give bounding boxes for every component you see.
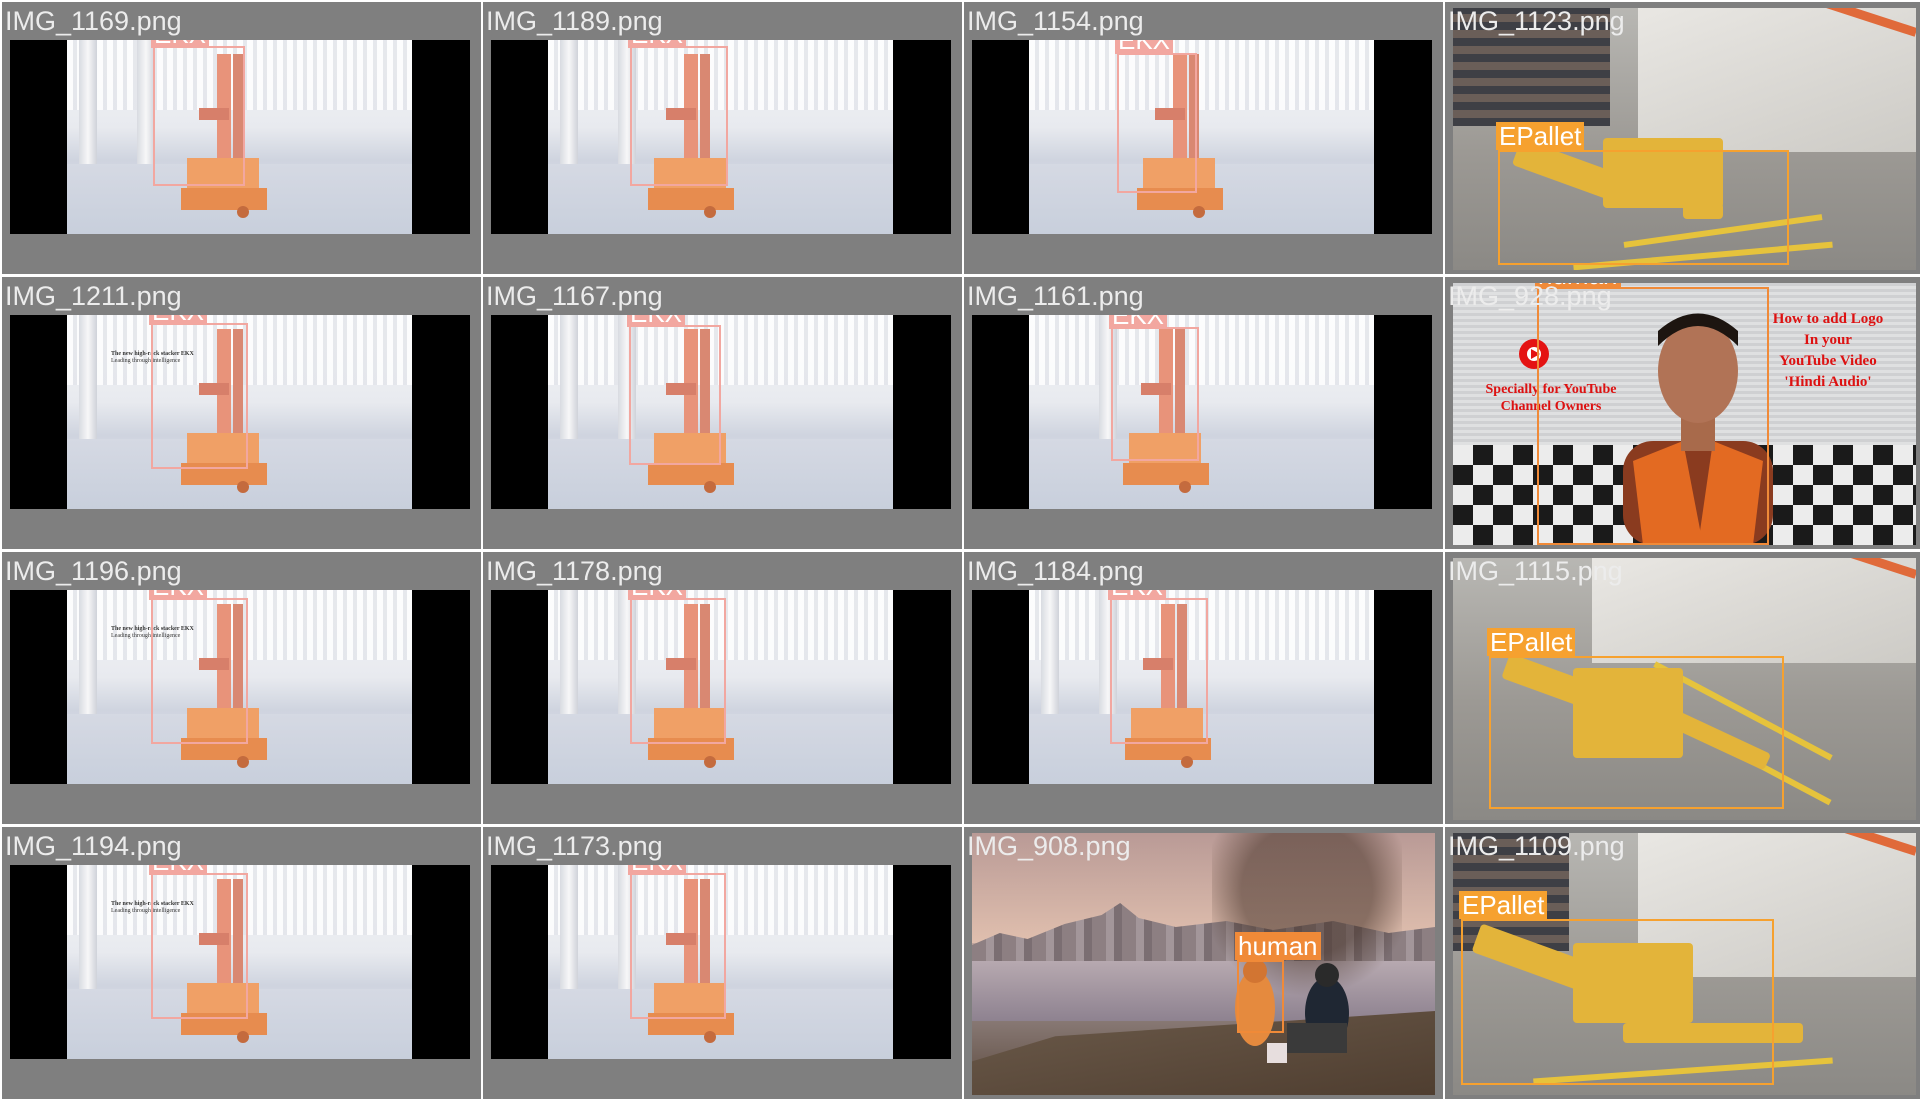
grid-cell[interactable]: EKX IMG_1167.png (483, 277, 962, 549)
image-filename: IMG_1161.png (967, 281, 1144, 311)
detection-label: EKX (628, 590, 687, 600)
detection-label: EKX (1108, 590, 1167, 600)
image-filename: IMG_1178.png (486, 556, 663, 586)
grid-cell[interactable]: human IMG_908.png (964, 827, 1443, 1099)
grid-cell[interactable]: EKX IMG_1178.png (483, 552, 962, 824)
grid-cell[interactable]: The new high-rack stacker EKX Leading thr… (2, 552, 481, 824)
image-filename: IMG_1109.png (1448, 831, 1625, 861)
image-thumbnail: The new high-rack stacker EKX Leading thr… (10, 865, 470, 1059)
grid-cell[interactable]: EKX IMG_1154.png (964, 2, 1443, 274)
grid-cell[interactable]: EKX IMG_1189.png (483, 2, 962, 274)
image-filename: IMG_1196.png (5, 556, 182, 586)
image-thumbnail: EKX (491, 315, 951, 509)
detection-label: EKX (149, 590, 208, 600)
grid-cell[interactable]: EKX IMG_1173.png (483, 827, 962, 1099)
detection-label: human (1235, 932, 1321, 960)
image-filename: IMG_1123.png (1448, 6, 1625, 36)
image-thumbnail: EKX (972, 315, 1432, 509)
detection-label: EPallet (1496, 122, 1585, 150)
image-thumbnail: human (972, 833, 1435, 1095)
detection-label: EPallet (1487, 628, 1576, 656)
image-thumbnail: The new high-rack stacker EKX Leading thr… (10, 590, 470, 784)
grid-cell[interactable]: EPallet IMG_1115.png (1445, 552, 1920, 824)
detection-label: EKX (1109, 315, 1168, 329)
image-thumbnail: Specially for YouTube Channel Owners How … (1453, 283, 1916, 545)
image-thumbnail: EKX (972, 590, 1432, 784)
image-thumbnail: The new high-rack stacker EKX Leading thr… (10, 315, 470, 509)
detection-label: EKX (149, 865, 208, 875)
image-filename: IMG_1115.png (1448, 556, 1623, 586)
image-thumbnail: EKX (10, 40, 470, 234)
detection-label: EKX (149, 315, 208, 325)
image-filename: IMG_928.png (1448, 281, 1612, 311)
image-filename: IMG_1167.png (486, 281, 663, 311)
grid-cell[interactable]: The new high-rack stacker EKX Leading thr… (2, 827, 481, 1099)
image-thumbnail: EPallet (1453, 833, 1916, 1095)
detection-label: EKX (628, 40, 687, 48)
grid-cell[interactable]: The new high-rack stacker EKX Leading thr… (2, 277, 481, 549)
detection-result-grid: EKX IMG_1169.png EKX IMG_1189.png EKX IM… (0, 0, 1920, 1100)
detection-label: EKX (628, 865, 687, 875)
grid-cell[interactable]: EPallet IMG_1109.png (1445, 827, 1920, 1099)
image-filename: IMG_1184.png (967, 556, 1144, 586)
image-thumbnail: EKX (491, 865, 951, 1059)
grid-cell[interactable]: Specially for YouTube Channel Owners How … (1445, 277, 1920, 549)
image-filename: IMG_908.png (967, 831, 1131, 861)
detection-label: EPallet (1459, 891, 1548, 919)
grid-cell[interactable]: EKX IMG_1184.png (964, 552, 1443, 824)
image-thumbnail: EPallet (1453, 558, 1916, 820)
detection-label: EKX (1115, 40, 1174, 54)
image-thumbnail: EPallet (1453, 8, 1916, 270)
image-thumbnail: EKX (491, 40, 951, 234)
image-thumbnail: EKX (491, 590, 951, 784)
image-filename: IMG_1194.png (5, 831, 182, 861)
detection-label: EKX (627, 315, 686, 327)
detection-label: EKX (151, 40, 210, 48)
grid-cell[interactable]: EKX IMG_1169.png (2, 2, 481, 274)
image-filename: IMG_1173.png (486, 831, 663, 861)
grid-cell[interactable]: EKX IMG_1161.png (964, 277, 1443, 549)
image-filename: IMG_1154.png (967, 6, 1144, 36)
image-filename: IMG_1189.png (486, 6, 663, 36)
image-filename: IMG_1169.png (5, 6, 182, 36)
image-thumbnail: EKX (972, 40, 1432, 234)
image-filename: IMG_1211.png (5, 281, 182, 311)
grid-cell[interactable]: EPallet IMG_1123.png (1445, 2, 1920, 274)
